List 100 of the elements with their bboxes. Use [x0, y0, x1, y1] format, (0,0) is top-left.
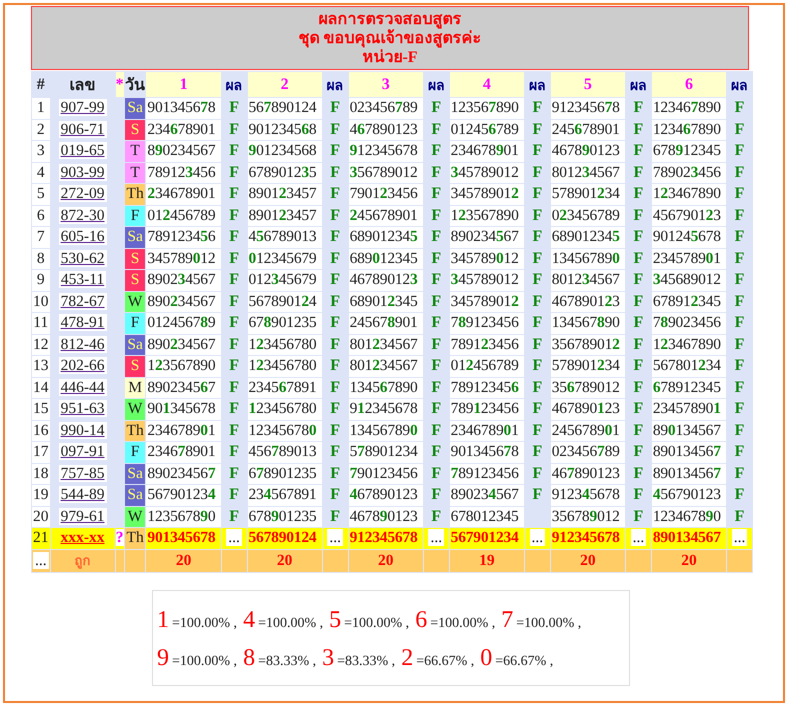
number-link[interactable]: 544-89: [58, 486, 106, 504]
result-mark: F: [634, 99, 644, 116]
number-cell: 456789013: [248, 227, 322, 248]
stat-percent: =66.67% ,: [495, 654, 554, 670]
number-cell: 234567891: [248, 485, 322, 506]
number-cell: 345789012: [450, 184, 524, 204]
number-cell: 901345678: [146, 98, 221, 118]
result-mark: F: [431, 443, 442, 460]
number-cell: 356789012: [348, 162, 423, 183]
number-link[interactable]: 903-99: [58, 164, 106, 181]
number-link[interactable]: 202-66: [58, 357, 106, 374]
row-number: 1: [32, 98, 50, 118]
result-mark: F: [634, 486, 644, 504]
summary-index: ...: [32, 552, 49, 568]
number-cell: 234678901: [450, 420, 524, 441]
day-cell: Th: [124, 420, 146, 441]
hit-count: 20: [248, 550, 322, 572]
number-cell: 234578901: [652, 248, 726, 269]
row-number: 11: [32, 313, 50, 334]
number-link[interactable]: 951-63: [58, 400, 106, 418]
result-mark: ...: [630, 529, 646, 546]
result-mark: F: [532, 443, 542, 460]
number-cell: 912345678: [550, 98, 626, 118]
number-cell: 345789012: [450, 270, 524, 290]
number-cell: 123467890: [652, 506, 726, 527]
number-link[interactable]: 812-46: [58, 336, 106, 353]
number-cell: 123456780: [248, 334, 322, 355]
number-link[interactable]: 990-14: [58, 422, 106, 439]
number-link[interactable]: 530-62: [58, 250, 106, 267]
number-cell: 134567890: [348, 378, 423, 398]
result-mark: F: [734, 378, 744, 396]
number-link[interactable]: 979-61: [58, 508, 106, 525]
number-link[interactable]: 478-91: [58, 314, 106, 332]
result-mark: F: [532, 378, 542, 396]
result-mark: ...: [530, 529, 546, 546]
result-mark: F: [532, 228, 542, 246]
result-mark: F: [330, 120, 340, 138]
result-mark: F: [229, 99, 239, 116]
result-mark: F: [330, 164, 340, 181]
number-cell: 234578901: [652, 399, 726, 420]
result-mark: F: [330, 486, 340, 504]
result-mark: F: [431, 486, 442, 504]
result-mark: F: [734, 206, 744, 224]
title-line: ชุด ขอบคุณเจ้าของสูตรค่ะ: [298, 29, 482, 48]
number-cell: 456789013: [248, 442, 322, 462]
result-mark: F: [330, 142, 340, 160]
number-cell: 890234567: [146, 464, 221, 484]
stat-percent: =100.00% ,: [258, 616, 324, 632]
number-cell: 789023456: [652, 313, 726, 334]
result-mark: F: [229, 292, 239, 310]
number-cell: 578901234: [348, 442, 423, 462]
result-mark: F: [330, 292, 340, 310]
result-mark: F: [229, 422, 239, 439]
result-mark: F: [634, 357, 644, 374]
result-mark: F: [532, 99, 542, 116]
number-link[interactable]: 019-65: [58, 142, 106, 160]
number-link[interactable]: 605-16: [58, 228, 106, 246]
number-cell: 567890124: [248, 292, 322, 312]
number-link[interactable]: 782-67: [58, 292, 106, 310]
number-link[interactable]: 272-09: [58, 185, 106, 202]
result-mark: F: [431, 206, 442, 224]
day-cell: Sa: [124, 227, 146, 248]
number-link[interactable]: 872-30: [58, 206, 106, 224]
number-link[interactable]: 446-44: [58, 378, 106, 396]
number-cell: 890134567: [652, 442, 726, 462]
number-cell: 467890123: [550, 464, 626, 484]
number-link[interactable]: 757-85: [58, 464, 106, 482]
column-header: 4: [450, 72, 524, 97]
number-cell: 678901235: [248, 464, 322, 484]
number-cell: 678012345: [450, 506, 524, 527]
number-cell: 012456789: [146, 206, 221, 226]
day-cell: Sa: [124, 464, 146, 484]
number-cell: 901345678: [146, 399, 221, 420]
result-mark: F: [532, 120, 542, 138]
result-mark: F: [734, 120, 744, 138]
number-link[interactable]: 907-99: [58, 99, 106, 116]
result-mark: F: [734, 400, 744, 418]
number-cell: 134567890: [550, 248, 626, 269]
day-cell: Sa: [124, 334, 146, 355]
number-link[interactable]: 906-71: [58, 120, 106, 138]
stat-digit: 3: [322, 644, 334, 672]
number-cell: 689012345: [348, 248, 423, 269]
result-mark: F: [634, 120, 644, 138]
number-link[interactable]: 453-11: [58, 271, 106, 288]
number-cell: 912345678: [550, 528, 626, 548]
hit-count: 20: [348, 550, 423, 572]
number-cell: 890134567: [652, 528, 726, 548]
number-cell: 123467890: [652, 184, 726, 204]
result-mark: F: [330, 443, 340, 460]
day-cell: Sa: [124, 98, 146, 118]
day-cell: W: [124, 399, 146, 420]
result-mark: F: [532, 314, 542, 332]
number-cell: 789123456: [450, 378, 524, 398]
row-number: 8: [32, 248, 50, 269]
number-link[interactable]: 097-91: [58, 443, 106, 460]
number-cell: 123456780: [248, 420, 322, 441]
number-cell: 901234568: [248, 141, 322, 162]
row-number: 14: [32, 378, 50, 398]
day-cell: S: [124, 356, 146, 376]
result-mark: F: [431, 292, 442, 310]
